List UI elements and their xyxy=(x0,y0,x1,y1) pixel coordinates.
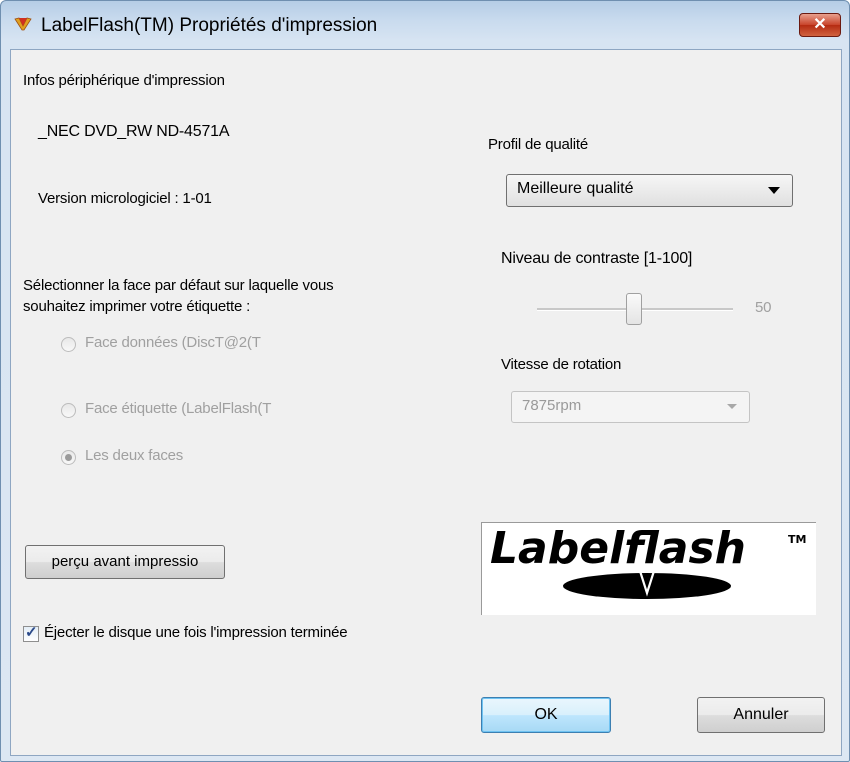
device-name: _NEC DVD_RW ND-4571A xyxy=(38,123,230,140)
labelflash-app-icon xyxy=(14,17,32,31)
contrast-value: 50 xyxy=(755,299,772,316)
eject-label: Éjecter le disque une fois l'impression … xyxy=(44,624,348,641)
dialog-client-area: Infos périphérique d'impression _NEC DVD… xyxy=(10,49,842,756)
radio-label: Face données (DiscT@2(T xyxy=(85,334,261,351)
device-info-label: Infos périphérique d'impression xyxy=(23,72,225,89)
radio-label: Les deux faces xyxy=(85,447,184,464)
close-icon: ✕ xyxy=(813,16,827,33)
logo-wordmark: Labelflash xyxy=(490,523,746,574)
rotation-speed-value: 7875rpm xyxy=(522,397,582,414)
rotation-speed-label: Vitesse de rotation xyxy=(501,356,622,373)
print-preview-button[interactable]: perçu avant impressio xyxy=(25,545,225,579)
labelflash-logo-graphic: Labelflash TM xyxy=(490,523,806,599)
radio-label: Face étiquette (LabelFlash(T xyxy=(85,400,272,417)
chevron-down-icon xyxy=(768,187,780,194)
logo-trademark: TM xyxy=(788,533,806,546)
face-prompt-line1: Sélectionner la face par défaut sur laqu… xyxy=(23,277,334,294)
dialog-window: LabelFlash(TM) Propriétés d'impression ✕… xyxy=(0,0,850,762)
close-button[interactable]: ✕ xyxy=(799,13,841,37)
chevron-down-icon xyxy=(727,404,737,409)
cancel-button[interactable]: Annuler xyxy=(697,697,825,733)
slider-thumb[interactable] xyxy=(626,293,642,325)
radio-button[interactable] xyxy=(61,337,76,352)
ok-button[interactable]: OK xyxy=(481,697,611,733)
window-title: LabelFlash(TM) Propriétés d'impression xyxy=(41,15,378,36)
labelflash-logo: Labelflash TM xyxy=(481,522,816,615)
face-prompt-line2: souhaitez imprimer votre étiquette : xyxy=(23,298,251,315)
radio-button[interactable] xyxy=(61,450,76,465)
eject-checkbox[interactable]: ✓ xyxy=(23,624,39,642)
rotation-speed-select[interactable]: 7875rpm xyxy=(511,391,750,423)
contrast-label: Niveau de contraste [1-100] xyxy=(501,250,693,267)
quality-profile-select[interactable]: Meilleure qualité xyxy=(506,174,793,207)
title-bar[interactable]: LabelFlash(TM) Propriétés d'impression ✕ xyxy=(1,1,849,45)
checkmark-icon: ✓ xyxy=(25,624,38,641)
firmware-version: Version micrologiciel : 1-01 xyxy=(38,190,212,207)
quality-profile-value: Meilleure qualité xyxy=(517,180,634,197)
radio-button[interactable] xyxy=(61,403,76,418)
quality-profile-label: Profil de qualité xyxy=(488,136,588,153)
